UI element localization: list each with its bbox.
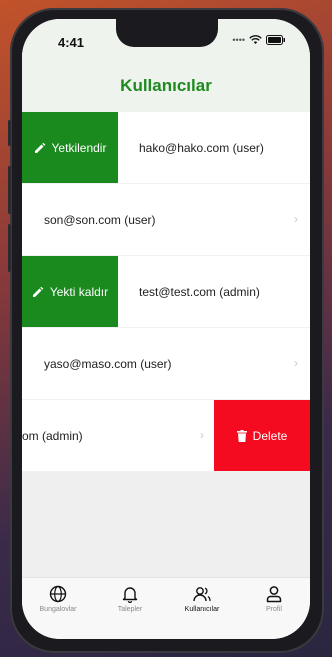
signal-icon: •••• [232, 35, 245, 45]
tab-label: Kullanıcılar [184, 606, 220, 613]
chevron-right-icon: › [200, 428, 204, 442]
tab-label: Bungalovlar [39, 606, 77, 613]
user-email: yaso@maso.com (user) [44, 357, 172, 371]
chevron-right-icon: › [294, 356, 298, 370]
mute-switch [8, 120, 11, 146]
user-email: hako@hako.com (user) [139, 141, 264, 155]
person-icon [266, 586, 282, 603]
tab-profil[interactable]: Profil [244, 585, 304, 639]
volume-down-button [8, 224, 11, 272]
users-icon [193, 587, 211, 602]
volume-up-button [8, 166, 11, 214]
app-screen: Kullanıcılar 4:41 •••• Yetkilendir hako@… [22, 19, 310, 639]
user-email: test@test.com (admin) [139, 285, 260, 299]
notch [116, 19, 218, 47]
list-item[interactable]: Yetkilendir hako@hako.com (user) [22, 112, 310, 184]
delete-button[interactable]: Delete [214, 400, 310, 471]
globe-icon [49, 585, 67, 603]
revoke-button[interactable]: Yekti kaldır [22, 256, 118, 327]
tab-bungalovlar[interactable]: Bungalovlar [28, 585, 88, 639]
chevron-right-icon: › [294, 212, 298, 226]
list-item[interactable]: son@son.com (user) › [22, 184, 310, 256]
tab-bar: Bungalovlar Talepler Kullanıcılar Profil [22, 577, 310, 639]
tab-kullanicilar[interactable]: Kullanıcılar [172, 585, 232, 639]
wifi-icon [249, 35, 262, 44]
user-list: Yetkilendir hako@hako.com (user) son@son… [22, 112, 310, 472]
tab-talepler[interactable]: Talepler [100, 585, 160, 639]
authorize-button[interactable]: Yetkilendir [22, 112, 118, 183]
delete-label: Delete [252, 429, 288, 443]
list-item[interactable]: Yekti kaldır test@test.com (admin) [22, 256, 310, 328]
bell-icon [122, 587, 138, 603]
pencil-icon [34, 142, 45, 153]
list-item[interactable]: om (admin) › Delete [22, 400, 310, 472]
revoke-label: Yekti kaldır [49, 285, 109, 299]
page-title: Kullanıcılar [120, 76, 212, 95]
authorize-label: Yetkilendir [51, 141, 107, 155]
status-time: 4:41 [58, 35, 85, 50]
trash-icon [236, 430, 247, 442]
battery-icon [266, 35, 285, 45]
tab-label: Profil [266, 606, 282, 613]
user-email: son@son.com (user) [44, 213, 156, 227]
status-icons: •••• [232, 35, 286, 45]
pencil-icon [32, 286, 44, 297]
user-email: om (admin) [22, 429, 83, 443]
list-item[interactable]: yaso@maso.com (user) › [22, 328, 310, 400]
tab-label: Talepler [117, 606, 143, 613]
